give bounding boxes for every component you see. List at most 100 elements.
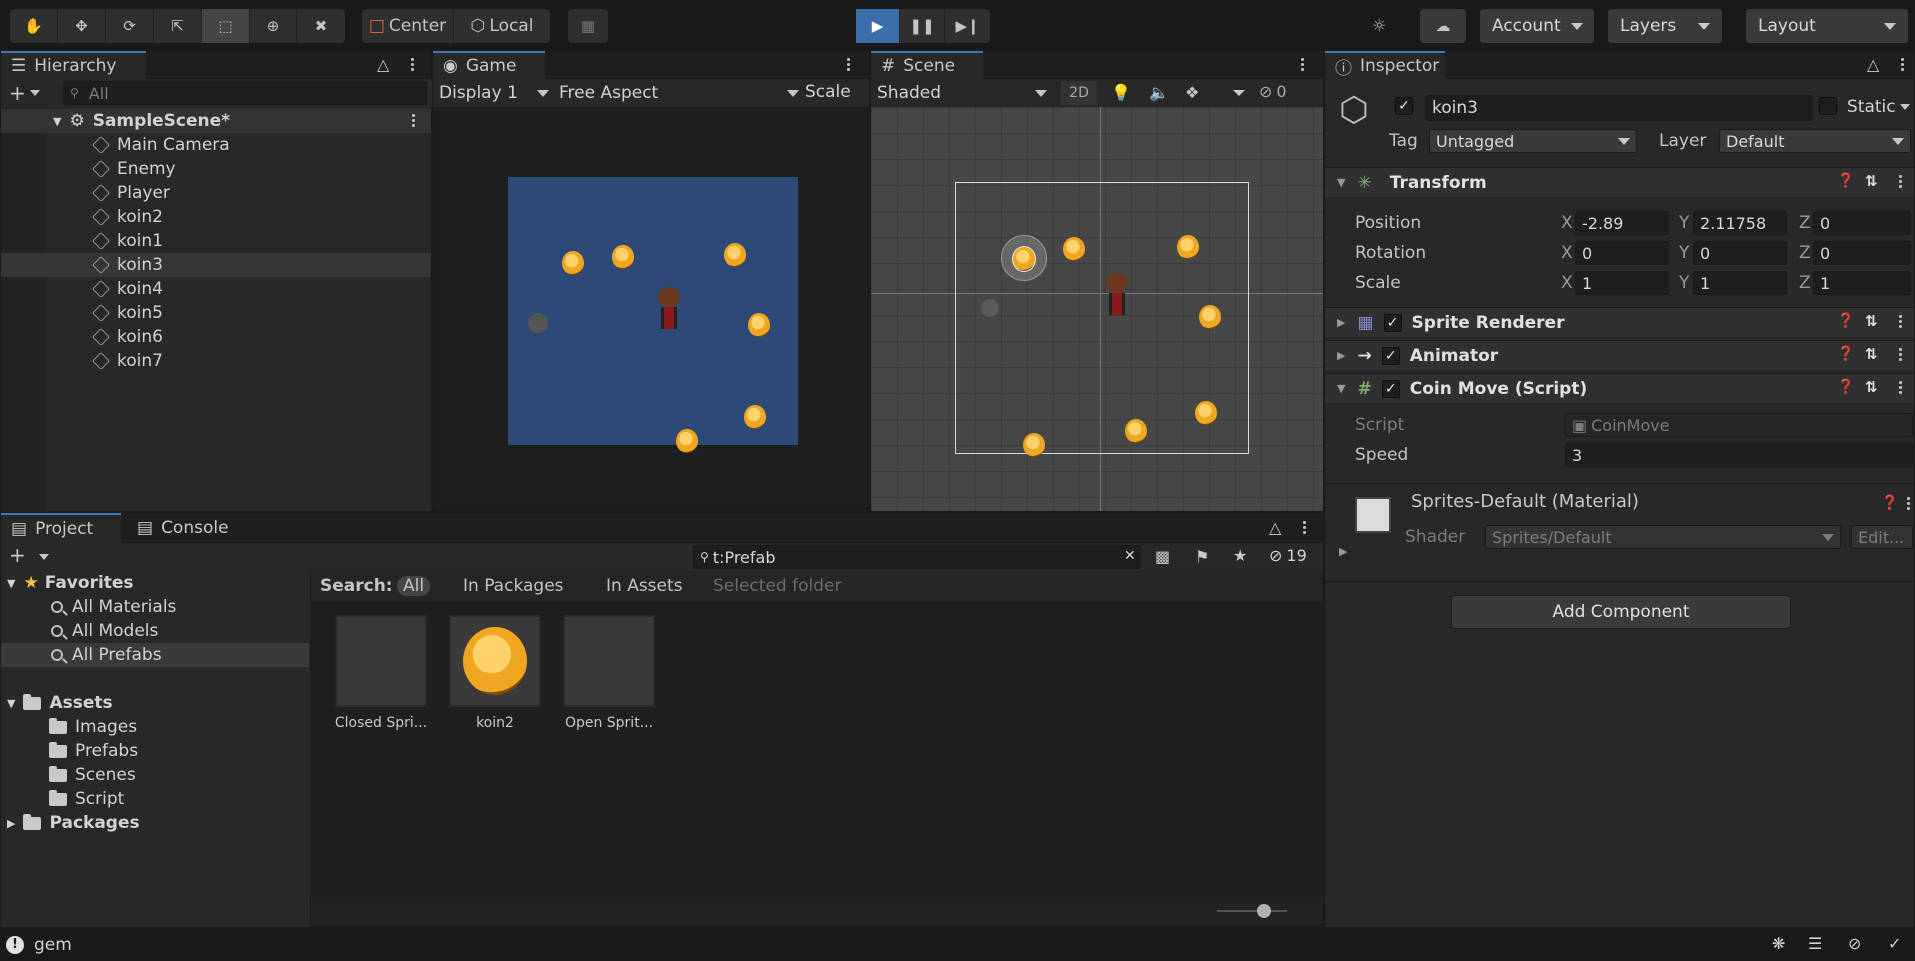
bug-icon[interactable]: ❋ <box>1772 934 1785 953</box>
scene-viewport[interactable] <box>871 107 1323 511</box>
tag-dropdown[interactable]: Untagged <box>1429 129 1637 153</box>
player-sprite[interactable] <box>1105 273 1129 319</box>
hierarchy-item[interactable]: Main Camera <box>1 133 431 157</box>
label-tag-icon[interactable]: ⚑ <box>1195 547 1209 566</box>
asset-thumbnail[interactable] <box>449 615 541 707</box>
cloud-button[interactable]: ☁ <box>1420 9 1466 43</box>
coin-sprite-selected[interactable] <box>1012 246 1036 272</box>
more-icon[interactable] <box>1907 495 1911 512</box>
animator-header[interactable]: ▶ → ✓ Animator ❓ ⇅ <box>1325 340 1914 370</box>
object-name-input[interactable]: koin3 <box>1425 95 1813 121</box>
triangle-right-icon[interactable]: ▶ <box>1339 545 1347 558</box>
transform-scale-y-input[interactable]: 1 <box>1693 271 1787 295</box>
2d-toggle[interactable]: 2D <box>1061 81 1097 105</box>
transform-tool-icon[interactable]: ⊕ <box>250 9 297 43</box>
coin-sprite[interactable] <box>1199 305 1221 329</box>
animator-checkbox[interactable]: ✓ <box>1381 346 1400 365</box>
clear-search-icon[interactable]: ✕ <box>1124 548 1136 564</box>
layer-dropdown[interactable]: Default <box>1719 129 1911 153</box>
sun-icon[interactable]: ☼ <box>1372 16 1386 35</box>
chevron-down-icon[interactable] <box>39 554 49 560</box>
hierarchy-item[interactable]: koin6 <box>1 325 431 349</box>
progress-icon[interactable]: ⊘ <box>1848 934 1861 953</box>
project-search-input[interactable]: ⚲ t:Prefab ✕ <box>693 545 1141 569</box>
active-checkbox[interactable]: ✓ <box>1395 97 1413 115</box>
transform-rotation-z-input[interactable]: 0 <box>1813 241 1911 265</box>
hidden-objects-toggle[interactable]: ⊘ 0 <box>1259 82 1287 101</box>
check-circle-icon[interactable]: ✓ <box>1888 934 1901 953</box>
help-icon[interactable]: ❓ <box>1837 379 1854 395</box>
coin-move-checkbox[interactable]: ✓ <box>1381 379 1400 398</box>
asset-folder-item[interactable]: Scenes <box>1 763 309 787</box>
coin-sprite[interactable] <box>1063 237 1085 261</box>
search-filter-3[interactable]: Selected folder <box>713 576 841 596</box>
chevron-down-icon[interactable] <box>1233 90 1245 96</box>
transform-rotation-y-input[interactable]: 0 <box>1693 241 1787 265</box>
hierarchy-item[interactable]: koin2 <box>1 205 431 229</box>
preset-icon[interactable]: ⇅ <box>1865 172 1878 190</box>
step-button[interactable]: ▶❙ <box>945 9 990 43</box>
aspect-dropdown[interactable]: Free Aspect <box>559 81 799 105</box>
edit-shader-button[interactable]: Edit... <box>1851 525 1913 549</box>
rect-tool-icon[interactable]: ⬚ <box>202 9 250 43</box>
favorite-item[interactable]: All Materials <box>1 595 309 619</box>
more-icon[interactable] <box>1301 56 1305 73</box>
asset-thumbnail[interactable] <box>335 615 427 707</box>
scale-tool-icon[interactable]: ⇱ <box>154 9 202 43</box>
add-component-button[interactable]: Add Component <box>1451 595 1791 629</box>
layers-stack-icon[interactable]: ☰ <box>1808 934 1822 953</box>
more-icon[interactable] <box>1901 56 1905 73</box>
asset-folder-item[interactable]: Prefabs <box>1 739 309 763</box>
transform-header[interactable]: ▼ ✳ Transform ❓ ⇅ <box>1325 167 1914 197</box>
help-icon[interactable]: ❓ <box>1837 313 1854 329</box>
custom-tool-icon[interactable]: ✖ <box>297 9 345 43</box>
hierarchy-item[interactable]: Player <box>1 181 431 205</box>
search-filter-0[interactable]: All <box>397 576 431 596</box>
more-icon[interactable] <box>411 56 415 73</box>
status-message[interactable]: gem <box>34 935 72 955</box>
hierarchy-item[interactable]: koin5 <box>1 301 431 325</box>
search-filter-2[interactable]: In Assets <box>606 576 683 596</box>
zoom-slider-thumb[interactable] <box>1257 904 1271 918</box>
coin-sprite[interactable] <box>1195 401 1217 425</box>
lock-icon[interactable]: △ <box>1867 55 1879 74</box>
shading-dropdown[interactable]: Shaded <box>877 81 1047 105</box>
more-icon[interactable] <box>1303 519 1307 536</box>
speed-input[interactable]: 3 <box>1565 443 1913 467</box>
preset-icon[interactable]: ⇅ <box>1865 312 1878 330</box>
lock-icon[interactable]: △ <box>377 55 389 74</box>
preset-icon[interactable]: ⇅ <box>1865 378 1878 396</box>
transform-scale-x-input[interactable]: 1 <box>1575 271 1669 295</box>
static-checkbox[interactable] <box>1819 97 1837 115</box>
move-tool-icon[interactable]: ✥ <box>58 9 106 43</box>
transform-scale-z-input[interactable]: 1 <box>1813 271 1911 295</box>
transform-position-x-input[interactable]: -2.89 <box>1575 211 1669 235</box>
coin-sprite[interactable] <box>1177 235 1199 259</box>
scene-more-icon[interactable] <box>412 112 416 129</box>
pivot-local-button[interactable]: ⬡ Local <box>454 9 550 43</box>
coin-sprite[interactable] <box>1023 433 1045 457</box>
hierarchy-search-input[interactable]: ⚲ All <box>63 81 427 105</box>
tab-project[interactable]: ▤ Project <box>1 513 121 543</box>
scene-row[interactable]: ▼ ⚙ SampleScene* <box>1 109 431 133</box>
pause-button[interactable]: ❚❚ <box>900 9 945 43</box>
sprite-renderer-checkbox[interactable]: ✓ <box>1383 313 1402 332</box>
zoom-slider-track[interactable] <box>1217 910 1287 912</box>
assets-row[interactable]: ▼ Assets <box>1 691 113 715</box>
play-button[interactable]: ▶ <box>856 9 900 43</box>
hierarchy-item[interactable]: koin4 <box>1 277 431 301</box>
tab-game[interactable]: ◉ Game <box>433 51 545 79</box>
rotate-tool-icon[interactable]: ⟳ <box>106 9 154 43</box>
search-filter-1[interactable]: In Packages <box>463 576 564 596</box>
more-icon[interactable] <box>1899 313 1903 330</box>
preset-icon[interactable]: ⇅ <box>1865 345 1878 363</box>
more-icon[interactable] <box>847 56 851 73</box>
help-icon[interactable]: ❓ <box>1881 495 1898 511</box>
help-icon[interactable]: ❓ <box>1837 346 1854 362</box>
add-icon[interactable]: + <box>9 81 26 105</box>
hand-tool-icon[interactable]: ✋ <box>10 9 58 43</box>
filter-type-icon[interactable]: ▩ <box>1155 547 1170 566</box>
more-icon[interactable] <box>1899 379 1903 396</box>
packages-row[interactable]: ▶ Packages <box>1 811 140 835</box>
tab-scene[interactable]: # Scene <box>871 51 983 79</box>
